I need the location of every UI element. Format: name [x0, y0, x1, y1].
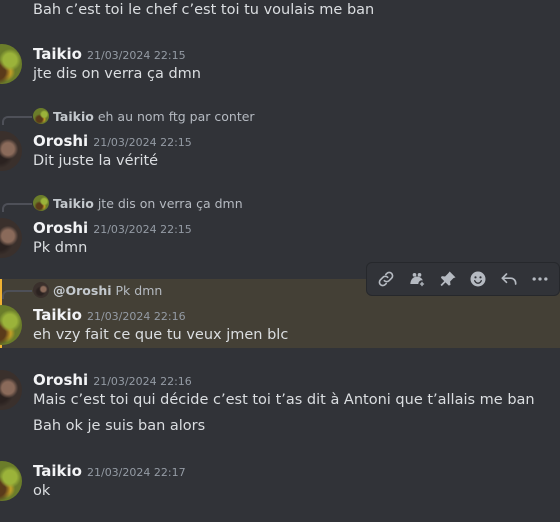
message-text: Dit juste la vérité — [33, 153, 159, 169]
reply-reference[interactable]: Taikio jte dis on verra ça dmn — [33, 195, 243, 211]
reply-spine — [2, 116, 32, 125]
username[interactable]: Oroshi — [33, 219, 88, 237]
message-text: ok — [33, 483, 51, 499]
reply-spine — [2, 290, 32, 299]
reply-avatar — [33, 108, 49, 124]
timestamp: 21/03/2024 22:15 — [93, 223, 192, 236]
message-header: Taikio 21/03/2024 22:15 — [33, 44, 186, 63]
avatar[interactable] — [0, 44, 22, 84]
reply-spine — [2, 203, 32, 212]
reply-snippet: jte dis on verra ça dmn — [97, 195, 243, 211]
message-text: Bah c’est toi le chef c’est toi tu voula… — [33, 2, 375, 18]
reply-reference[interactable]: Taikio eh au nom ftg par conter — [33, 108, 255, 124]
username[interactable]: Taikio — [33, 306, 82, 324]
avatar[interactable] — [0, 131, 22, 171]
reply-reference[interactable]: @Oroshi Pk dmn — [33, 282, 162, 298]
reply-username: Taikio — [53, 108, 94, 124]
message-header: Taikio 21/03/2024 22:16 — [33, 305, 186, 324]
message-actions-toolbar — [366, 262, 560, 296]
message-header: Taikio 21/03/2024 22:17 — [33, 461, 186, 480]
avatar[interactable] — [0, 461, 22, 501]
reply-username: @Oroshi — [53, 282, 112, 298]
chat-window: Bah c’est toi le chef c’est toi tu voula… — [0, 0, 560, 522]
emoji-icon[interactable] — [464, 265, 492, 293]
timestamp: 21/03/2024 22:15 — [86, 49, 186, 62]
message-text: eh vzy fait ce que tu veux jmen blc — [33, 327, 289, 343]
add-reaction-icon[interactable] — [403, 265, 431, 293]
username[interactable]: Taikio — [33, 45, 82, 63]
reply-icon[interactable] — [495, 265, 523, 293]
message-header: Oroshi 21/03/2024 22:16 — [33, 370, 192, 389]
message-text: jte dis on verra ça dmn — [33, 66, 201, 82]
reply-snippet: eh au nom ftg par conter — [97, 108, 255, 124]
pin-icon[interactable] — [434, 265, 462, 293]
avatar[interactable] — [0, 218, 22, 258]
timestamp: 21/03/2024 22:17 — [86, 466, 186, 479]
timestamp: 21/03/2024 22:16 — [86, 310, 186, 323]
message-text: Bah ok je suis ban alors — [33, 418, 206, 434]
timestamp: 21/03/2024 22:16 — [93, 375, 192, 388]
timestamp: 21/03/2024 22:15 — [93, 136, 192, 149]
reply-username: Taikio — [53, 195, 94, 211]
avatar[interactable] — [0, 370, 22, 410]
link-icon[interactable] — [372, 265, 400, 293]
message-text: Pk dmn — [33, 240, 88, 256]
username[interactable]: Oroshi — [33, 371, 88, 389]
reply-avatar — [33, 195, 49, 211]
message-header: Oroshi 21/03/2024 22:15 — [33, 131, 192, 150]
reply-avatar — [33, 282, 49, 298]
message-text: Mais c’est toi qui décide c’est toi t’as… — [33, 392, 535, 408]
username[interactable]: Oroshi — [33, 132, 88, 150]
message-header: Oroshi 21/03/2024 22:15 — [33, 218, 192, 237]
reply-snippet: Pk dmn — [115, 282, 163, 298]
more-icon[interactable] — [526, 265, 554, 293]
username[interactable]: Taikio — [33, 462, 82, 480]
